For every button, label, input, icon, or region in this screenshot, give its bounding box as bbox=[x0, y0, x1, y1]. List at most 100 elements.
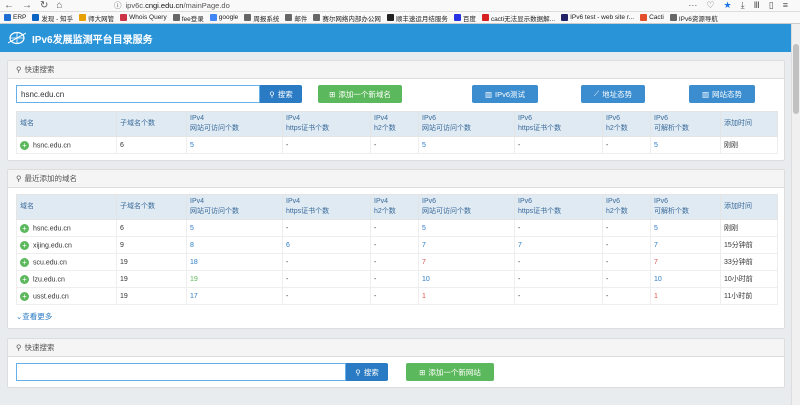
cell-sub: 9 bbox=[116, 236, 187, 254]
column-header-line2: 网站可访问个数 bbox=[190, 125, 239, 132]
browser-nav: ← → ↻ ⌂ bbox=[4, 0, 114, 11]
cell-value: - bbox=[286, 224, 289, 232]
bookmark-item[interactable]: 赛尔网络内部办公网 bbox=[313, 13, 381, 23]
view-more-link[interactable]: ⌄查看更多 bbox=[16, 311, 52, 322]
more-actions-icon[interactable]: ··· bbox=[688, 0, 697, 11]
cell-domain[interactable]: + usst.edu.cn bbox=[16, 287, 117, 305]
site-search-header: ⚲ 快速搜索 bbox=[8, 339, 784, 357]
bookmark-label: IPv6资源导航 bbox=[678, 15, 718, 23]
bookmark-item[interactable]: IPv6 test - web site r... bbox=[561, 14, 634, 21]
column-header-line1: IPv6 bbox=[654, 198, 669, 205]
site-search-button[interactable]: ⚲ 搜索 bbox=[346, 363, 388, 381]
cell-v6dns: 7 bbox=[650, 236, 721, 254]
bookmark-favicon-icon bbox=[669, 14, 677, 21]
cell-domain[interactable]: + hsnc.edu.cn bbox=[16, 136, 117, 154]
cell-domain[interactable]: + xijing.edu.cn bbox=[16, 236, 117, 254]
bookmark-item[interactable]: fee登录 bbox=[172, 13, 204, 23]
cell-domain[interactable]: + hsnc.edu.cn bbox=[16, 219, 117, 237]
bookmark-star-icon[interactable]: ★ bbox=[724, 0, 732, 11]
cell-value: 17 bbox=[190, 292, 198, 300]
table-row[interactable]: + scu.edu.cn 19 18 - - 7 - - 7 33分钟前 bbox=[16, 253, 778, 271]
column-header: IPv6 可解析个数 bbox=[650, 111, 721, 137]
bookmark-label: 顺丰速运月结服务 bbox=[395, 15, 448, 23]
domain-trend-button[interactable]: ⟋ 地址态势 bbox=[581, 85, 645, 103]
table-row[interactable]: + usst.edu.cn 19 17 - - 1 - - 1 11小时前 bbox=[16, 287, 778, 305]
domain-search-button[interactable]: ⚲ 搜索 bbox=[260, 85, 302, 103]
bookmark-label: 发现 - 知乎 bbox=[41, 15, 74, 23]
cell-value: 19 bbox=[120, 275, 128, 283]
bookmark-item[interactable]: IPv6资源导航 bbox=[669, 13, 718, 23]
expand-plus-icon[interactable]: + bbox=[20, 257, 29, 267]
line-chart-icon: ⟋ bbox=[593, 89, 600, 98]
home-icon[interactable]: ⌂ bbox=[56, 0, 62, 11]
forward-icon[interactable]: → bbox=[22, 0, 32, 11]
bookmark-item[interactable]: 发现 - 知乎 bbox=[32, 13, 73, 23]
domain-search-input[interactable] bbox=[16, 85, 260, 103]
bookmark-item[interactable]: 百度 bbox=[453, 13, 476, 23]
bookmark-item[interactable]: google bbox=[209, 14, 238, 21]
cell-v6https: - bbox=[514, 219, 603, 237]
column-header-line2: 网站可访问个数 bbox=[422, 208, 471, 215]
bookmark-item[interactable]: Whois Query bbox=[120, 14, 167, 21]
info-icon[interactable]: ⓘ bbox=[114, 0, 122, 11]
column-header-line1: IPv6 bbox=[518, 198, 533, 205]
library-icon[interactable]: Ⅲ bbox=[754, 0, 760, 11]
expand-plus-icon[interactable]: + bbox=[20, 140, 29, 150]
reload-icon[interactable]: ↻ bbox=[40, 0, 48, 11]
cell-sub: 6 bbox=[116, 136, 187, 154]
bookmark-item[interactable]: 顺丰速运月结服务 bbox=[386, 13, 448, 23]
column-header-line1: 子域名个数 bbox=[120, 120, 155, 127]
pocket-icon[interactable]: ♡ bbox=[706, 0, 714, 11]
cell-v6web: 7 bbox=[418, 253, 515, 271]
column-header-line1: IPv6 bbox=[654, 115, 669, 122]
table-row[interactable]: + hsnc.edu.cn 6 5 - - 5 - - 5 刚刚 bbox=[16, 219, 778, 237]
scrollbar-thumb[interactable] bbox=[793, 44, 799, 114]
cell-v4web: 5 bbox=[186, 136, 283, 154]
cell-domain[interactable]: + scu.edu.cn bbox=[16, 253, 117, 271]
bookmark-item[interactable]: ERP bbox=[4, 14, 26, 21]
download-icon[interactable]: ⤓ bbox=[741, 0, 745, 11]
site-trend-button[interactable]: ▥ 网站态势 bbox=[689, 85, 755, 103]
menu-icon[interactable]: ≡ bbox=[783, 0, 788, 11]
page-scrollbar[interactable] bbox=[791, 24, 800, 405]
cell-value: - bbox=[286, 275, 289, 283]
column-header-line2: https证书个数 bbox=[286, 208, 330, 215]
cell-value: 10小时前 bbox=[724, 276, 753, 283]
bookmark-label: Whois Query bbox=[129, 14, 167, 21]
table-row[interactable]: + hsnc.edu.cn 6 5 - - 5 - - 5 刚刚 bbox=[16, 136, 778, 154]
table-row[interactable]: + lzu.edu.cn 19 19 - - 10 - - 10 10小时前 bbox=[16, 270, 778, 288]
expand-plus-icon[interactable]: + bbox=[20, 291, 29, 301]
cell-v4h2: - bbox=[370, 287, 419, 305]
column-header-line1: IPv6 bbox=[422, 198, 437, 205]
bookmark-favicon-icon bbox=[640, 14, 648, 21]
column-header-line2: h2个数 bbox=[606, 208, 628, 215]
sidebar-icon[interactable]: ▯ bbox=[769, 0, 774, 11]
ipv6-test-button[interactable]: ▥ IPv6测试 bbox=[472, 85, 538, 103]
cell-domain[interactable]: + lzu.edu.cn bbox=[16, 270, 117, 288]
app-title: IPv6发展监测平台目录服务 bbox=[32, 34, 153, 46]
cell-sub: 6 bbox=[116, 219, 187, 237]
table-row[interactable]: + xijing.edu.cn 9 8 6 - 7 7 - 7 15分钟前 bbox=[16, 236, 778, 254]
add-domain-button[interactable]: ⊞ 添加一个新域名 bbox=[318, 85, 402, 103]
column-header: IPv4 网站可访问个数 bbox=[186, 111, 283, 137]
cell-value: - bbox=[374, 241, 377, 249]
cell-value: 15分钟前 bbox=[724, 242, 753, 249]
bar-chart-icon: ▥ bbox=[701, 89, 710, 99]
bookmark-item[interactable]: Cacti bbox=[640, 14, 664, 21]
add-site-button[interactable]: ⊞ 添加一个新网站 bbox=[406, 363, 494, 381]
bookmark-item[interactable]: 师大网管 bbox=[79, 13, 114, 23]
cell-value: - bbox=[606, 141, 609, 149]
recent-domains-title: 最近添加的域名 bbox=[24, 174, 78, 183]
expand-plus-icon[interactable]: + bbox=[20, 274, 29, 284]
bookmark-item[interactable]: 周报系统 bbox=[244, 13, 279, 23]
app-header: IPv6发展监测平台目录服务 bbox=[0, 24, 791, 52]
expand-plus-icon[interactable]: + bbox=[20, 223, 29, 233]
column-header: 添加时间 bbox=[720, 111, 778, 137]
column-header: IPv6 可解析个数 bbox=[650, 194, 721, 220]
back-icon[interactable]: ← bbox=[4, 0, 14, 11]
bookmark-item[interactable]: cacti无法显示数据解... bbox=[481, 13, 555, 23]
site-search-input[interactable] bbox=[16, 363, 346, 381]
expand-plus-icon[interactable]: + bbox=[20, 240, 29, 250]
bookmark-item[interactable]: 邮件 bbox=[285, 13, 307, 23]
address-field[interactable]: ⓘ ipv6c.cngi.edu.cn/mainPage.do bbox=[114, 0, 688, 11]
